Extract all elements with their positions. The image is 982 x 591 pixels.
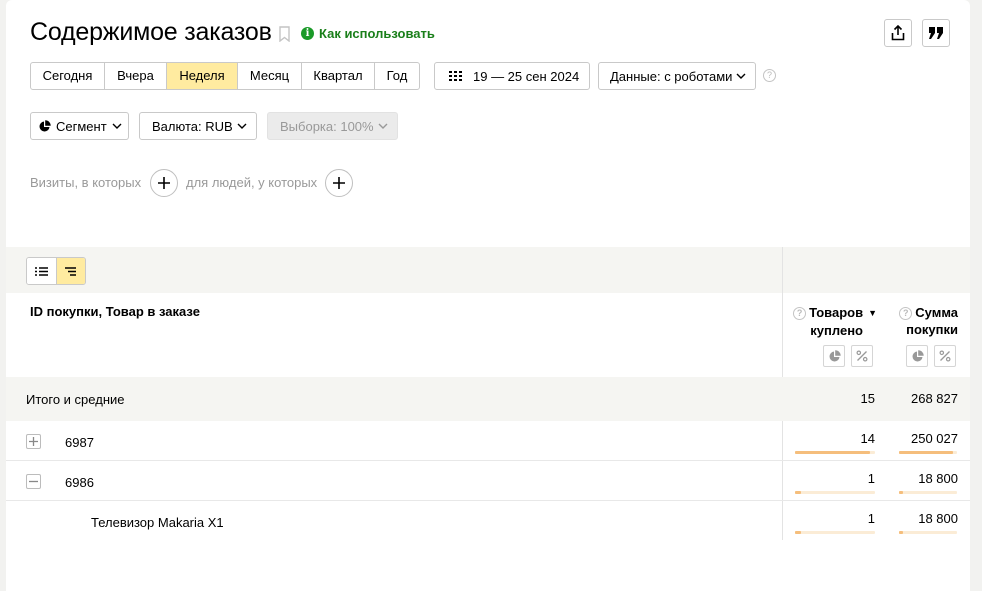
percent-view-button[interactable] xyxy=(934,345,956,367)
share-bar xyxy=(899,451,957,454)
bookmark-icon[interactable] xyxy=(279,26,290,42)
percent-icon xyxy=(939,350,951,362)
chevron-down-icon xyxy=(378,123,388,129)
page-title: Содержимое заказов xyxy=(30,18,272,46)
table-row[interactable]: Телевизор Makaria X1 1 18 800 xyxy=(6,501,970,541)
report-panel: Содержимое заказов i Как использовать Се… xyxy=(6,0,970,591)
pie-view-button[interactable] xyxy=(906,345,928,367)
period-quarter[interactable]: Квартал xyxy=(302,63,375,89)
help-icon[interactable]: ? xyxy=(899,307,913,320)
add-visits-filter-button[interactable] xyxy=(150,169,178,197)
table-row[interactable]: 6986 1 18 800 xyxy=(6,461,970,501)
help-icon[interactable]: ? xyxy=(763,69,776,82)
row-label: 6987 xyxy=(65,435,94,450)
pie-view-button[interactable] xyxy=(823,345,845,367)
collapse-button[interactable] xyxy=(26,474,41,489)
sample-dropdown[interactable]: Выборка: 100% xyxy=(267,112,398,140)
dimension-header[interactable]: ID покупки, Товар в заказе xyxy=(30,304,200,319)
segment-label: Сегмент xyxy=(56,118,107,134)
quote-button[interactable] xyxy=(922,19,950,47)
how-to-use-label: Как использовать xyxy=(319,26,435,41)
row-sum: 18 800 xyxy=(918,471,958,486)
sample-label: Выборка: 100% xyxy=(280,118,374,134)
share-icon xyxy=(891,25,905,41)
row-items: 1 xyxy=(867,471,875,486)
sort-desc-icon: ▼ xyxy=(868,308,877,318)
row-label: Телевизор Makaria X1 xyxy=(91,515,224,530)
share-bar xyxy=(795,451,875,454)
people-filter-label: для людей, у которых xyxy=(186,175,318,190)
list-icon xyxy=(35,266,48,276)
plus-icon xyxy=(29,437,38,446)
metric-header-items-line2: куплено xyxy=(810,323,863,338)
row-items: 14 xyxy=(860,431,875,446)
share-bar xyxy=(795,531,875,534)
totals-label: Итого и средние xyxy=(26,392,125,407)
pie-chart-icon xyxy=(39,119,51,131)
data-mode-label: Данные: с роботами xyxy=(610,68,733,84)
metric-header-items[interactable]: ? Товаров ▼ куплено xyxy=(786,304,877,339)
share-bar-fill xyxy=(795,451,870,454)
quote-icon xyxy=(929,27,943,39)
metric-header-sum[interactable]: ? Сумма покупки xyxy=(886,304,958,338)
row-sum: 18 800 xyxy=(918,511,958,526)
share-bar-fill xyxy=(899,491,904,494)
visits-filter-label: Визиты, в которых xyxy=(30,175,142,190)
view-switch xyxy=(26,257,86,285)
plus-icon xyxy=(333,177,345,189)
period-selector: Сегодня Вчера Неделя Месяц Квартал Год xyxy=(30,62,420,90)
share-bar xyxy=(899,491,957,494)
currency-dropdown[interactable]: Валюта: RUB xyxy=(139,112,257,140)
help-icon[interactable]: ? xyxy=(793,307,807,320)
segment-dropdown[interactable]: Сегмент xyxy=(30,112,129,140)
totals-row: Итого и средние 15 268 827 xyxy=(6,377,970,421)
date-range-label: 19 — 25 сен 2024 xyxy=(473,68,580,84)
chevron-down-icon xyxy=(237,123,247,129)
metric-header-sum-line2: покупки xyxy=(906,322,958,337)
row-items: 1 xyxy=(867,511,875,526)
tree-icon xyxy=(64,266,76,276)
pie-chart-icon xyxy=(912,349,924,361)
metric-header-items-line1: Товаров xyxy=(809,305,864,320)
table-toolbar xyxy=(6,247,970,293)
minus-icon xyxy=(29,480,38,483)
period-today[interactable]: Сегодня xyxy=(31,63,105,89)
how-to-use-link[interactable]: i Как использовать xyxy=(301,26,435,41)
table-row[interactable]: 6987 14 250 027 xyxy=(6,421,970,461)
row-label: 6986 xyxy=(65,475,94,490)
share-bar-fill xyxy=(795,491,801,494)
period-yesterday[interactable]: Вчера xyxy=(105,63,167,89)
period-week[interactable]: Неделя xyxy=(167,63,238,89)
row-sum: 250 027 xyxy=(911,431,958,446)
share-bar-fill xyxy=(795,531,801,534)
metric-header-sum-line1: Сумма xyxy=(915,305,958,320)
period-month[interactable]: Месяц xyxy=(238,63,302,89)
chevron-down-icon xyxy=(736,73,746,79)
chevron-down-icon xyxy=(112,123,122,129)
expand-button[interactable] xyxy=(26,434,41,449)
plus-icon xyxy=(158,177,170,189)
date-range-button[interactable]: 19 — 25 сен 2024 xyxy=(434,62,590,90)
period-year[interactable]: Год xyxy=(375,63,419,89)
share-bar-fill xyxy=(899,451,953,454)
share-bar-fill xyxy=(899,531,904,534)
tree-view-button[interactable] xyxy=(56,258,85,284)
calendar-icon xyxy=(449,71,462,81)
info-icon: i xyxy=(301,27,314,40)
add-people-filter-button[interactable] xyxy=(325,169,353,197)
percent-icon xyxy=(856,350,868,362)
pie-chart-icon xyxy=(829,349,841,361)
totals-sum: 268 827 xyxy=(911,391,958,406)
list-view-button[interactable] xyxy=(27,258,56,284)
export-button[interactable] xyxy=(884,19,912,47)
currency-label: Валюта: RUB xyxy=(152,118,233,134)
share-bar xyxy=(899,531,957,534)
data-mode-dropdown[interactable]: Данные: с роботами xyxy=(598,62,756,90)
totals-items: 15 xyxy=(860,391,875,406)
percent-view-button[interactable] xyxy=(851,345,873,367)
share-bar xyxy=(795,491,875,494)
